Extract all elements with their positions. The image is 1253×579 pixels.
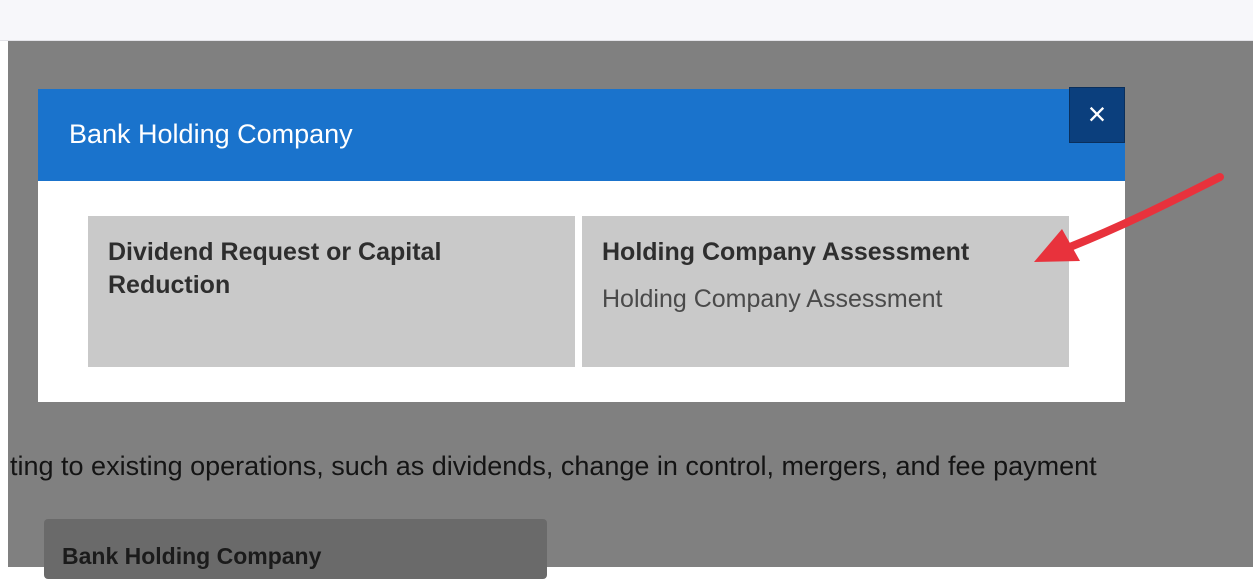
modal-title: Bank Holding Company bbox=[69, 119, 353, 149]
red-arrow-icon bbox=[1034, 173, 1224, 262]
background-description-text: ting to existing operations, such as div… bbox=[10, 451, 1097, 481]
close-button[interactable]: × bbox=[1069, 87, 1125, 143]
background-description: ting to existing operations, such as div… bbox=[0, 446, 1253, 486]
page-left-edge bbox=[0, 41, 8, 567]
option-description: Holding Company Assessment bbox=[602, 285, 943, 313]
background-bank-holding-card: Bank Holding Company bbox=[44, 519, 547, 579]
option-title: Holding Company Assessment bbox=[602, 238, 970, 266]
holding-company-assessment-option[interactable]: Holding Company Assessment Holding Compa… bbox=[582, 216, 1069, 367]
close-icon: × bbox=[1087, 96, 1107, 132]
option-title: Dividend Request or Capital Reduction bbox=[108, 238, 442, 299]
top-bar bbox=[0, 0, 1253, 41]
modal-header: Bank Holding Company bbox=[38, 89, 1125, 181]
background-card-title: Bank Holding Company bbox=[62, 543, 322, 569]
bank-holding-company-modal: Bank Holding Company Dividend Request or… bbox=[38, 89, 1125, 402]
dividend-request-option[interactable]: Dividend Request or Capital Reduction bbox=[88, 216, 575, 367]
